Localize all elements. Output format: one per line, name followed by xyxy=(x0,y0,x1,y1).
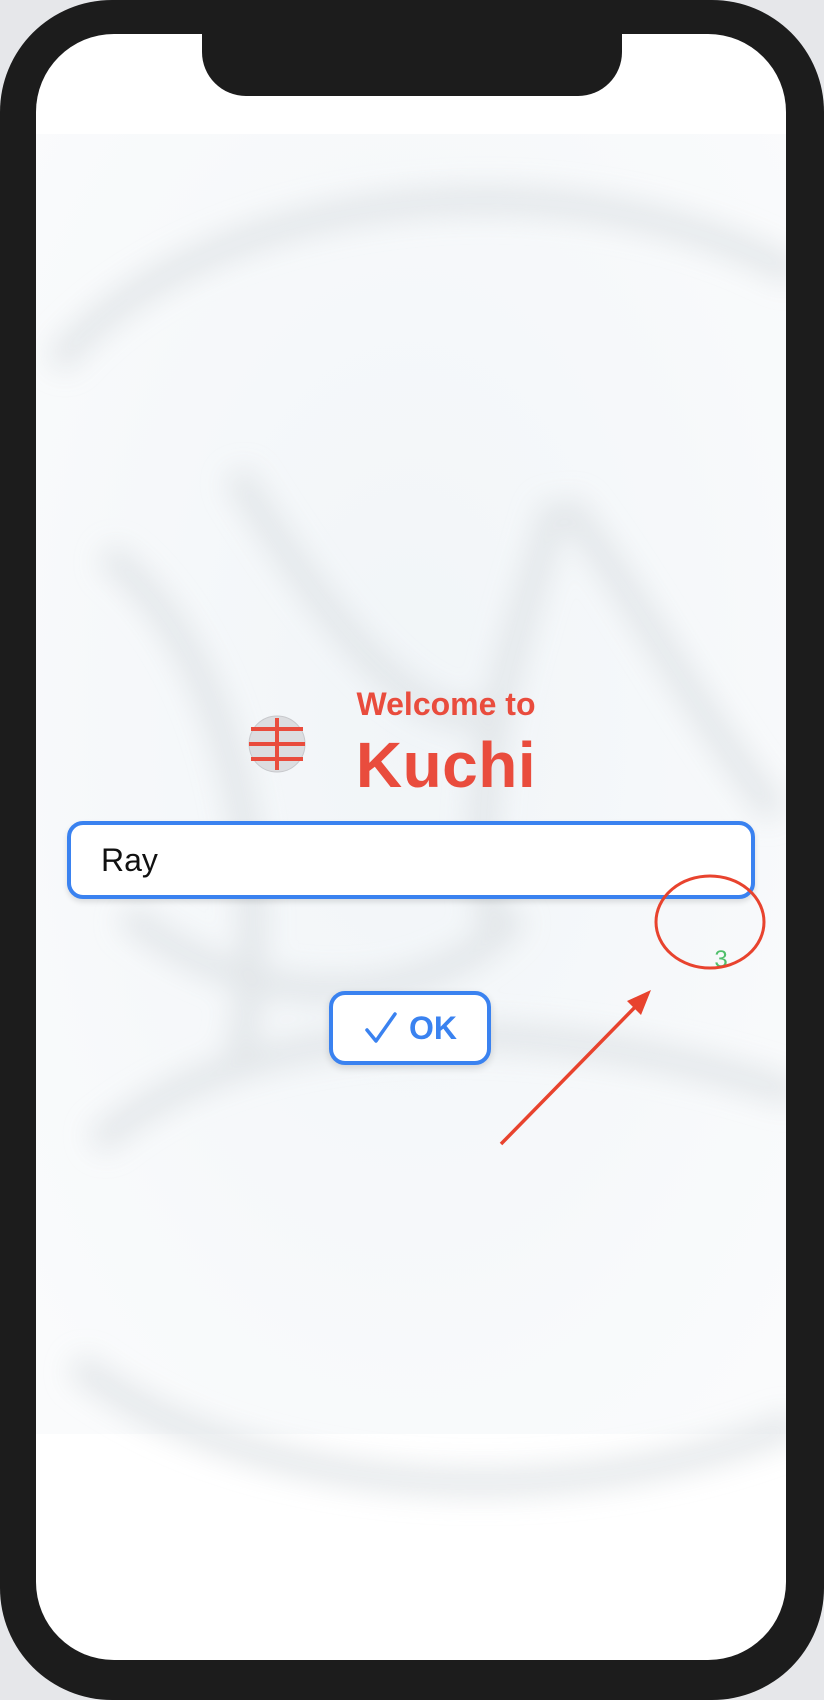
name-field[interactable] xyxy=(67,821,755,899)
ok-button[interactable]: OK xyxy=(329,991,491,1065)
ok-button-label: OK xyxy=(409,1009,457,1046)
phone-notch xyxy=(202,34,622,96)
kuchi-logo-icon xyxy=(248,715,306,773)
name-input[interactable] xyxy=(101,825,721,895)
welcome-subtitle: Welcome to xyxy=(356,686,536,722)
app-title: Kuchi xyxy=(355,729,537,801)
welcome-header: Welcome to Kuchi xyxy=(36,650,786,801)
app-screen: Welcome to Kuchi 3 OK xyxy=(36,34,786,1660)
checkmark-icon xyxy=(365,1012,397,1043)
character-counter: 3 xyxy=(714,946,728,973)
